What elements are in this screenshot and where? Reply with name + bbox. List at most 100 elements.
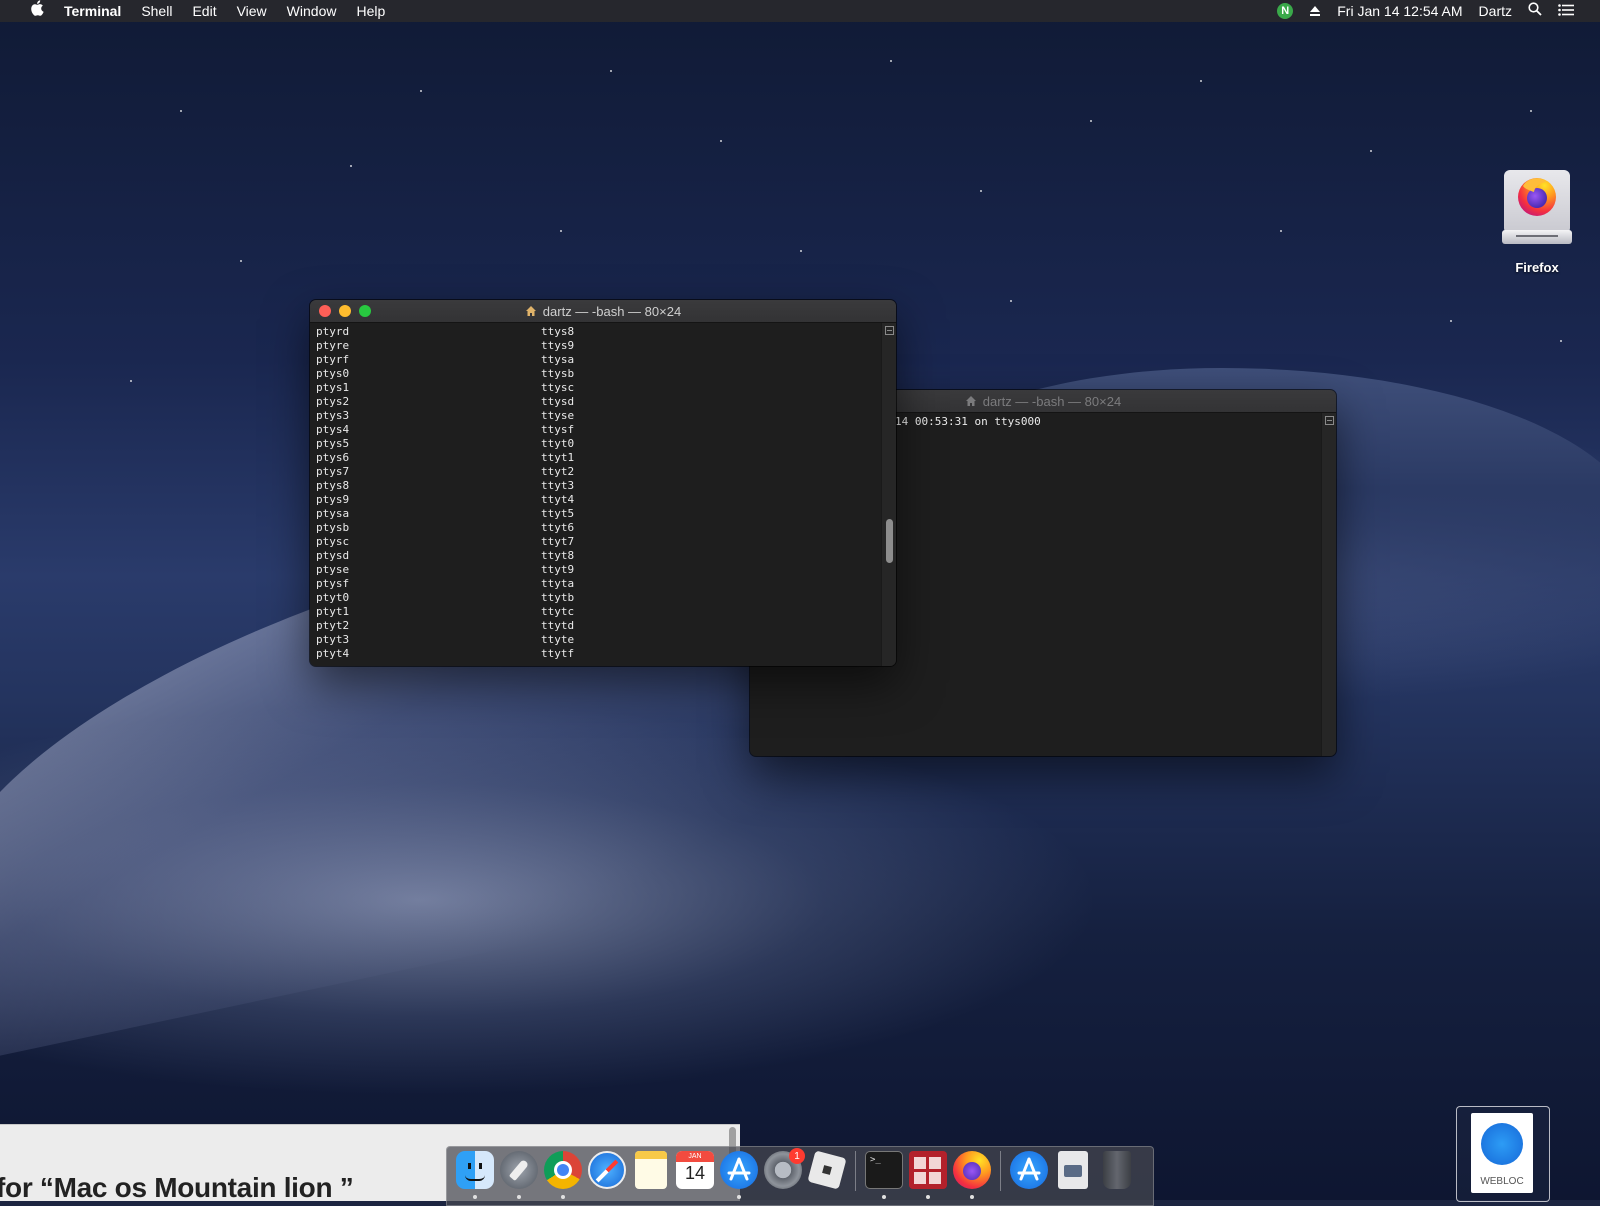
- terminal-cell-tty: ttyt2: [541, 465, 575, 478]
- dock-safari[interactable]: [585, 1151, 629, 1201]
- apple-menu[interactable]: [20, 0, 54, 22]
- terminal-cell-pty: ptyse: [316, 563, 350, 576]
- minimize-window-button[interactable]: [339, 305, 351, 317]
- home-icon: [525, 306, 536, 316]
- star: [560, 230, 562, 232]
- firefox-icon: [953, 1151, 991, 1189]
- terminal-line: ptyre ttys9: [316, 339, 574, 353]
- menu-user[interactable]: Dartz: [1471, 0, 1520, 22]
- terminal-cell-tty: ttyse: [541, 409, 575, 422]
- desktop-webloc-file[interactable]: WEBLOC: [1456, 1106, 1550, 1202]
- calendar-month: JAN: [676, 1151, 714, 1162]
- menu-help[interactable]: Help: [346, 0, 395, 22]
- finder-icon: [456, 1151, 494, 1189]
- dock-roblox[interactable]: [805, 1150, 849, 1201]
- star: [800, 250, 802, 252]
- scrollbar-thumb[interactable]: [886, 519, 893, 563]
- calendar-day: 14: [684, 1163, 706, 1183]
- dock-photo-booth[interactable]: [906, 1151, 950, 1201]
- menu-view[interactable]: View: [227, 0, 277, 22]
- split-pane-icon[interactable]: [1325, 416, 1334, 425]
- star: [1010, 300, 1012, 302]
- terminal-cell-pty: ptysc: [316, 535, 350, 548]
- dock-separator: [855, 1151, 856, 1191]
- star: [420, 90, 422, 92]
- terminal-line: ptys3 ttyse: [316, 409, 574, 423]
- terminal-cell-pty: ptyrd: [316, 325, 350, 338]
- star: [1450, 320, 1452, 322]
- terminal-line: ptys1 ttysc: [316, 381, 574, 395]
- terminal-line: ptysb ttyt6: [316, 521, 574, 535]
- menu-window[interactable]: Window: [277, 0, 347, 22]
- terminal-titlebar-front[interactable]: dartz — -bash — 80×24: [310, 300, 896, 323]
- notification-center-icon[interactable]: [1550, 0, 1582, 22]
- terminal-cell-tty: ttytb: [541, 591, 575, 604]
- spotlight-search-icon[interactable]: [1520, 0, 1550, 22]
- terminal-line: ptysc ttyt7: [316, 535, 574, 549]
- apple-icon: [31, 0, 44, 16]
- photo-booth-icon: [909, 1151, 947, 1189]
- terminal-cell-tty: ttysd: [541, 395, 575, 408]
- terminal-line: ptys5 ttyt0: [316, 437, 574, 451]
- terminal-cell-pty: ptys6: [316, 451, 350, 464]
- dock-chrome[interactable]: [541, 1151, 585, 1201]
- dock-calendar[interactable]: JAN 14: [673, 1151, 717, 1201]
- dock-firefox[interactable]: [950, 1151, 994, 1201]
- app-store-icon: [720, 1151, 758, 1189]
- terminal-line: ptysd ttyt8: [316, 549, 574, 563]
- terminal-cell-tty: ttyt7: [541, 535, 575, 548]
- terminal-line: ptyt1 ttytc: [316, 605, 574, 619]
- terminal-cell-tty: ttysb: [541, 367, 575, 380]
- desktop-firefox-volume[interactable]: Firefox: [1492, 170, 1582, 275]
- dock-trash[interactable]: [1095, 1151, 1139, 1201]
- dock-launchpad[interactable]: [497, 1151, 541, 1201]
- dock-separator: [1000, 1151, 1001, 1191]
- status-n-icon[interactable]: N: [1277, 3, 1294, 19]
- eject-icon[interactable]: [1309, 5, 1321, 17]
- terminal-cell-tty: ttyt4: [541, 493, 575, 506]
- menu-edit[interactable]: Edit: [182, 0, 226, 22]
- terminal-cell-tty: ttytf: [541, 647, 575, 660]
- terminal-line: ptyt4 ttytf: [316, 647, 574, 661]
- split-pane-icon[interactable]: [885, 326, 894, 335]
- dock-notes[interactable]: [629, 1151, 673, 1201]
- terminal-content-front[interactable]: ptyt4 ttytf ptyt3 ttyte ptyt2 ttytd ptyt1 ttytc…: [310, 323, 896, 666]
- calendar-icon: JAN 14: [676, 1151, 714, 1189]
- menu-app-terminal[interactable]: Terminal: [54, 0, 131, 22]
- terminal-title-front: dartz — -bash — 80×24: [542, 303, 682, 319]
- terminal-line: ptyt2 ttytd: [316, 619, 574, 633]
- star: [130, 380, 132, 382]
- dock-terminal[interactable]: >_: [862, 1151, 906, 1201]
- terminal-cell-pty: ptyt3: [316, 633, 350, 646]
- launchpad-rocket-icon: [500, 1151, 538, 1189]
- star: [610, 70, 612, 72]
- dock-downloads-stack[interactable]: [1051, 1151, 1095, 1201]
- terminal-cell-pty: ptysd: [316, 549, 350, 562]
- terminal-window-front[interactable]: dartz — -bash — 80×24 ptyt4 ttytf ptyt3 tty…: [310, 300, 896, 666]
- zoom-window-button[interactable]: [359, 305, 371, 317]
- terminal-line: ptyrd ttys8: [316, 325, 574, 339]
- terminal-cell-tty: ttys9: [541, 339, 575, 352]
- terminal-cell-pty: ptys3: [316, 409, 350, 422]
- terminal-line: ptys9 ttyt4: [316, 493, 574, 507]
- terminal-cell-pty: ptyt1: [316, 605, 350, 618]
- dock-app-store-folder[interactable]: [1007, 1151, 1051, 1201]
- desktop-icon-label: Firefox: [1515, 260, 1559, 275]
- terminal-cell-tty: ttyt3: [541, 479, 575, 492]
- safari-compass-icon: [1481, 1123, 1523, 1165]
- dock-system-preferences[interactable]: 1: [761, 1148, 805, 1201]
- star: [180, 110, 182, 112]
- terminal-cell-pty: ptys4: [316, 423, 350, 436]
- star: [1280, 230, 1282, 232]
- menu-shell[interactable]: Shell: [131, 0, 182, 22]
- dock-app-store[interactable]: [717, 1151, 761, 1201]
- terminal-scrollbar-front[interactable]: [881, 323, 896, 666]
- dock-finder[interactable]: [453, 1151, 497, 1201]
- terminal-cell-pty: ptys7: [316, 465, 350, 478]
- terminal-line: ptysf ttyta: [316, 577, 574, 591]
- star: [1370, 150, 1372, 152]
- menu-clock[interactable]: Fri Jan 14 12:54 AM: [1329, 0, 1470, 22]
- close-window-button[interactable]: [319, 305, 331, 317]
- terminal-line: ptys4 ttysf: [316, 423, 574, 437]
- terminal-scrollbar-back[interactable]: [1321, 413, 1336, 756]
